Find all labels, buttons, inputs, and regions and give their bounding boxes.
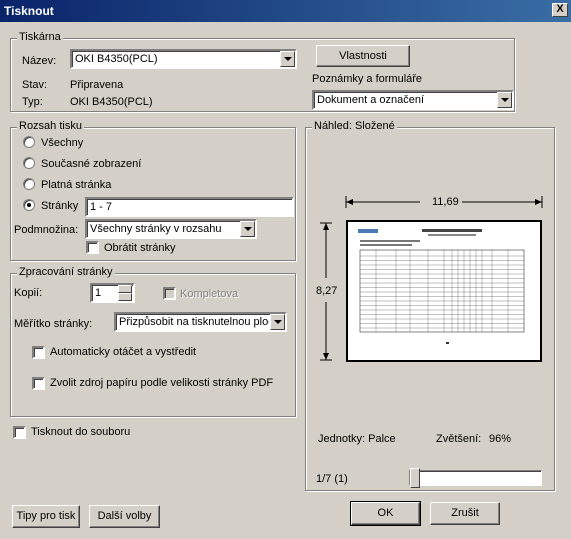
copies-label: Kopií: xyxy=(14,287,43,299)
scaling-select[interactable]: Přizpůsobit na tisknutelnou ploc xyxy=(114,312,287,332)
page-thumbnail xyxy=(346,220,542,362)
copies-stepper[interactable] xyxy=(118,285,134,301)
cancel-button[interactable]: Zrušit xyxy=(430,502,500,525)
range-radio[interactable] xyxy=(23,178,35,190)
page-slider[interactable] xyxy=(409,468,542,488)
range-radio[interactable] xyxy=(23,136,35,148)
pages-input[interactable]: 1 - 7 xyxy=(85,197,294,217)
printer-type-label: Typ: xyxy=(22,96,43,108)
printer-status-value: Připravena xyxy=(70,79,124,91)
print-range-label: Rozsah tisku xyxy=(17,120,84,132)
page-handling-label: Zpracování stránky xyxy=(17,266,115,278)
page-indicator: 1/7 (1) xyxy=(316,473,348,485)
stepper-up-icon[interactable] xyxy=(118,285,132,293)
paper-source-checkbox[interactable] xyxy=(32,377,45,390)
printer-group-label: Tiskárna xyxy=(17,31,63,43)
range-radio-label: Stránky xyxy=(41,200,79,212)
autorotate-checkbox[interactable] xyxy=(32,346,45,359)
page-width-value: 11,69 xyxy=(432,196,459,208)
comments-label: Poznámky a formuláře xyxy=(312,73,423,85)
more-options-button[interactable]: Další volby xyxy=(89,505,160,528)
preview-canvas xyxy=(320,196,543,362)
zoom-label: Zvětšení: xyxy=(436,433,482,445)
range-radio[interactable] xyxy=(23,199,35,211)
chevron-down-icon[interactable] xyxy=(240,221,255,237)
printer-name-label: Název: xyxy=(22,55,57,67)
paper-source-label: Zvolit zdroj papíru podle velikosti strá… xyxy=(50,377,274,389)
printer-type-value: OKI B4350(PCL) xyxy=(70,96,153,108)
zoom-value: 96% xyxy=(489,433,512,445)
print-tips-button[interactable]: Tipy pro tisk xyxy=(12,505,80,528)
title-bar: Tisknout X xyxy=(0,0,571,22)
subset-select[interactable]: Všechny stránky v rozsahu xyxy=(85,219,257,239)
range-radio-label: Současné zobrazení xyxy=(41,158,142,170)
range-radio-label: Všechny xyxy=(41,137,84,149)
print-to-file-label: Tisknout do souboru xyxy=(31,426,131,438)
reverse-pages-label: Obrátit stránky xyxy=(104,242,176,254)
close-icon[interactable]: X xyxy=(552,3,568,17)
ok-button[interactable]: OK xyxy=(350,501,421,526)
autorotate-label: Automaticky otáčet a vystředit xyxy=(50,346,197,358)
comments-value: Dokument a označení xyxy=(317,94,425,106)
subset-value: Všechny stránky v rozsahu xyxy=(90,223,222,235)
scaling-value: Přizpůsobit na tisknutelnou ploc xyxy=(119,316,269,328)
window-title: Tisknout xyxy=(4,4,54,18)
collate-checkbox[interactable] xyxy=(163,287,176,300)
page-height-value: 8,27 xyxy=(316,285,338,297)
printer-name-select[interactable]: OKI B4350(PCL) xyxy=(70,49,297,69)
comments-select[interactable]: Dokument a označení xyxy=(312,90,514,110)
chevron-down-icon[interactable] xyxy=(270,314,285,330)
range-radio-label: Platná stránka xyxy=(41,179,112,191)
stepper-down-icon[interactable] xyxy=(118,293,132,301)
slider-thumb[interactable] xyxy=(410,468,420,488)
properties-button[interactable]: Vlastnosti xyxy=(316,45,410,67)
collate-label: Kompletova xyxy=(180,288,239,300)
scaling-label: Měřítko stránky: xyxy=(14,318,93,330)
page-handling-group: Zpracování stránky xyxy=(10,266,296,417)
printer-status-label: Stav: xyxy=(22,79,48,91)
reverse-pages-checkbox[interactable] xyxy=(86,241,99,254)
units-label: Jednotky: Palce xyxy=(318,433,396,445)
chevron-down-icon[interactable] xyxy=(497,92,512,108)
print-to-file-checkbox[interactable] xyxy=(13,426,26,439)
range-radio[interactable] xyxy=(23,157,35,169)
printer-name-value: OKI B4350(PCL) xyxy=(75,53,158,65)
preview-label: Náhled: Složené xyxy=(312,120,397,132)
chevron-down-icon[interactable] xyxy=(280,51,295,67)
subset-label: Podmnožina: xyxy=(14,224,79,236)
